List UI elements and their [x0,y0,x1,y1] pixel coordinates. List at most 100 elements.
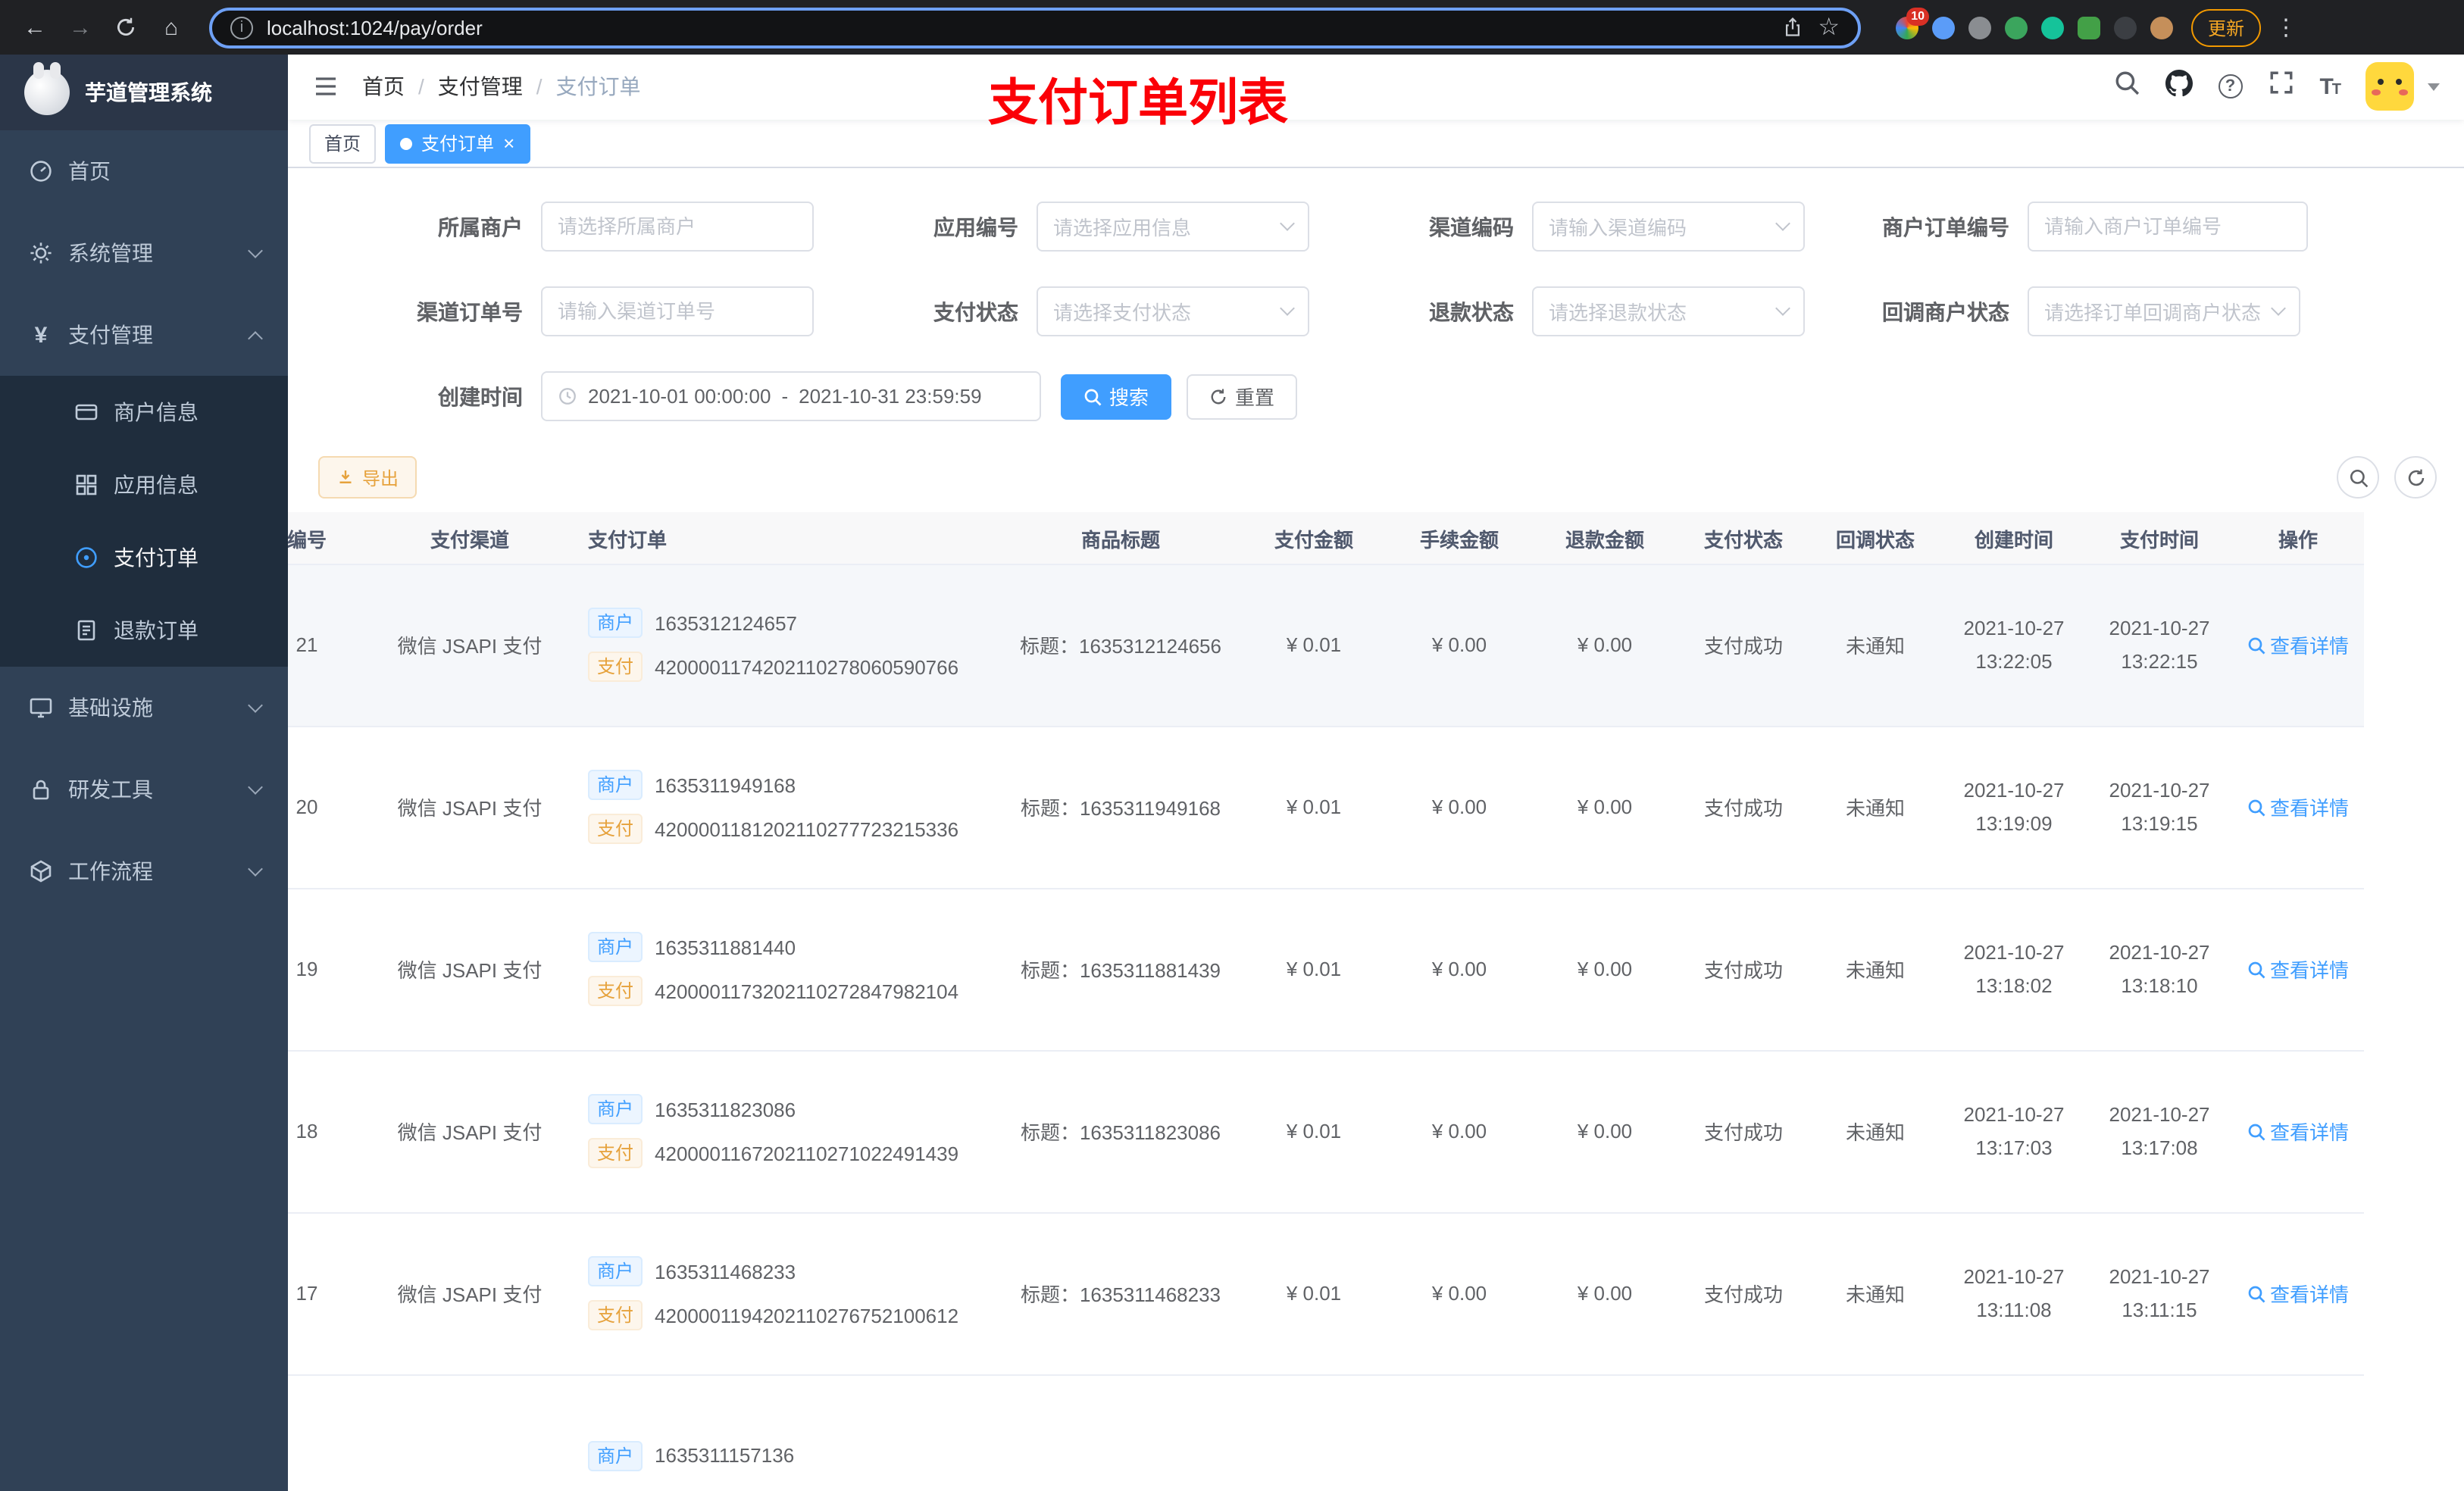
merchant-order-no-input[interactable] [2028,202,2308,252]
sidebar-item-infrastructure[interactable]: 基础设施 [0,667,288,749]
cell-id [288,1374,364,1491]
sidebar-item-dev-tools[interactable]: 研发工具 [0,749,288,830]
sidebar-item-home[interactable]: 首页 [0,130,288,212]
breadcrumb-home[interactable]: 首页 [362,72,405,102]
extension-icon[interactable] [2005,16,2028,39]
back-button[interactable]: ← [15,8,55,47]
cell-action: 查看详情 [2232,564,2364,727]
site-info-icon[interactable]: i [230,16,253,39]
notify-status-select[interactable]: 请选择订单回调商户状态 [2028,286,2300,337]
header-search-icon[interactable] [2113,70,2139,104]
tab-home[interactable]: 首页 [309,123,377,164]
extension-badge: 10 [1906,7,1929,25]
reload-button[interactable] [106,8,145,47]
filter-app-no: 应用编号 请选择应用信息 [814,202,1309,252]
sidebar-toggle-button[interactable] [312,73,339,101]
chevron-up-icon [248,330,263,345]
sidebar-item-label: 退款订单 [114,618,199,642]
forward-button[interactable]: → [61,8,100,47]
view-detail-link[interactable]: 查看详情 [2247,793,2349,822]
profile-avatar-icon[interactable] [2150,16,2173,39]
bookmark-star-icon[interactable]: ☆ [1818,12,1840,42]
breadcrumb-section[interactable]: 支付管理 [438,72,523,102]
filter-form: 所属商户 应用编号 请选择应用信息 渠道编码 请输入渠道编码 [288,169,2464,422]
cell-channel: 微信 JSAPI 支付 [364,564,576,727]
search-icon [2248,799,2265,817]
pay-status-select[interactable]: 请选择支付状态 [1037,286,1309,337]
cell-channel: 微信 JSAPI 支付 [364,726,576,889]
view-detail-link[interactable]: 查看详情 [2247,955,2349,984]
cell-status: 支付成功 [1678,1050,1809,1214]
cell-create-time: 2021-10-27 13:17:03 [1941,1050,2087,1214]
filter-merchant-order-no: 商户订单编号 [1805,202,2308,252]
cell-pay-time: 2021-10-27 13:19:15 [2087,726,2232,889]
reset-button[interactable]: 重置 [1187,374,1298,420]
sidebar-item-merchant-info[interactable]: 商户信息 [0,376,288,449]
refund-status-select[interactable]: 请选择退款状态 [1532,286,1805,337]
view-detail-link[interactable]: 查看详情 [2247,1280,2349,1308]
create-time-range-picker[interactable]: 2021-10-01 00:00:00 - 2021-10-31 23:59:5… [541,371,1041,422]
sidebar-item-system[interactable]: 系统管理 [0,212,288,294]
cell-id: 19 [288,888,364,1052]
refresh-table-button[interactable] [2394,456,2437,499]
cell-action: 查看详情 [2232,726,2364,889]
home-button[interactable]: ⌂ [152,8,191,47]
filter-row: 所属商户 应用编号 请选择应用信息 渠道编码 请输入渠道编码 [318,202,2437,252]
app-no-select[interactable]: 请选择应用信息 [1037,202,1309,252]
sidebar-item-refund-order[interactable]: 退款订单 [0,594,288,667]
share-icon[interactable] [1781,17,1803,38]
extension-icon[interactable] [2114,16,2137,39]
filter-label: 商户订单编号 [1882,214,2009,239]
chevron-down-icon [1775,216,1790,232]
pay-tag: 支付 [588,1300,643,1331]
sidebar-item-pay-order[interactable]: 支付订单 [0,521,288,594]
search-icon [1084,389,1102,406]
sidebar-item-payment[interactable]: ¥ 支付管理 [0,294,288,376]
table-row: 21 微信 JSAPI 支付 商户 1635312124657 支付 4200001… [288,564,2364,727]
filter-label: 渠道订单号 [417,299,523,324]
sidebar-item-workflow[interactable]: 工作流程 [0,830,288,912]
channel-code-select[interactable]: 请输入渠道编码 [1532,202,1805,252]
view-detail-link[interactable]: 查看详情 [2247,631,2349,660]
extension-icon[interactable] [2078,16,2100,39]
search-icon [2349,469,2368,488]
extension-icon[interactable] [2041,16,2064,39]
download-icon [339,470,352,484]
yen-icon: ¥ [34,322,48,348]
search-button[interactable]: 搜索 [1061,374,1172,420]
extension-icon[interactable] [1932,16,1955,39]
sidebar-item-label: 支付管理 [68,323,153,347]
channel-order-no-input[interactable] [541,286,814,337]
cell-refund: ¥ 0.00 [1532,1050,1678,1214]
avatar-dropdown-caret-icon[interactable] [2428,83,2440,91]
merchant-order-no: 1635311468233 [655,1260,796,1283]
logo-area[interactable]: 芋道管理系统 [0,55,288,130]
lock-icon [27,777,55,802]
extension-icon[interactable] [1968,16,1991,39]
help-icon[interactable]: ? [2218,74,2243,99]
browser-menu-button[interactable]: ⋮ [2275,14,2297,41]
cell-id: 20 [288,726,364,889]
extension-icon[interactable]: 10 [1896,7,1929,39]
merchant-input[interactable] [541,202,814,252]
browser-update-button[interactable]: 更新 [2191,8,2262,46]
user-avatar[interactable] [2366,62,2414,111]
font-size-icon[interactable]: TT [2319,74,2341,100]
fullscreen-icon[interactable] [2268,70,2294,104]
tab-pay-order[interactable]: 支付订单 × [385,123,530,164]
export-button[interactable]: 导出 [318,456,417,499]
tab-close-icon[interactable]: × [503,133,514,153]
date-start: 2021-10-01 00:00:00 [588,385,771,408]
view-detail-link[interactable]: 查看详情 [2247,1117,2349,1146]
breadcrumb-current: 支付订单 [555,74,641,99]
url-bar[interactable]: i localhost:1024/pay/order ☆ [209,7,1861,48]
filter-pay-status: 支付状态 请选择支付状态 [814,286,1309,337]
select-placeholder: 请选择支付状态 [1053,302,1192,325]
cell-pay-time: 2021-10-27 13:22:15 [2087,564,2232,727]
github-icon[interactable] [2165,69,2193,105]
sidebar-item-app-info[interactable]: 应用信息 [0,449,288,521]
logo-title: 芋道管理系统 [85,80,212,105]
cell-notify: 未通知 [1809,1050,1941,1214]
toggle-search-button[interactable] [2337,456,2379,499]
search-icon [2248,637,2265,655]
